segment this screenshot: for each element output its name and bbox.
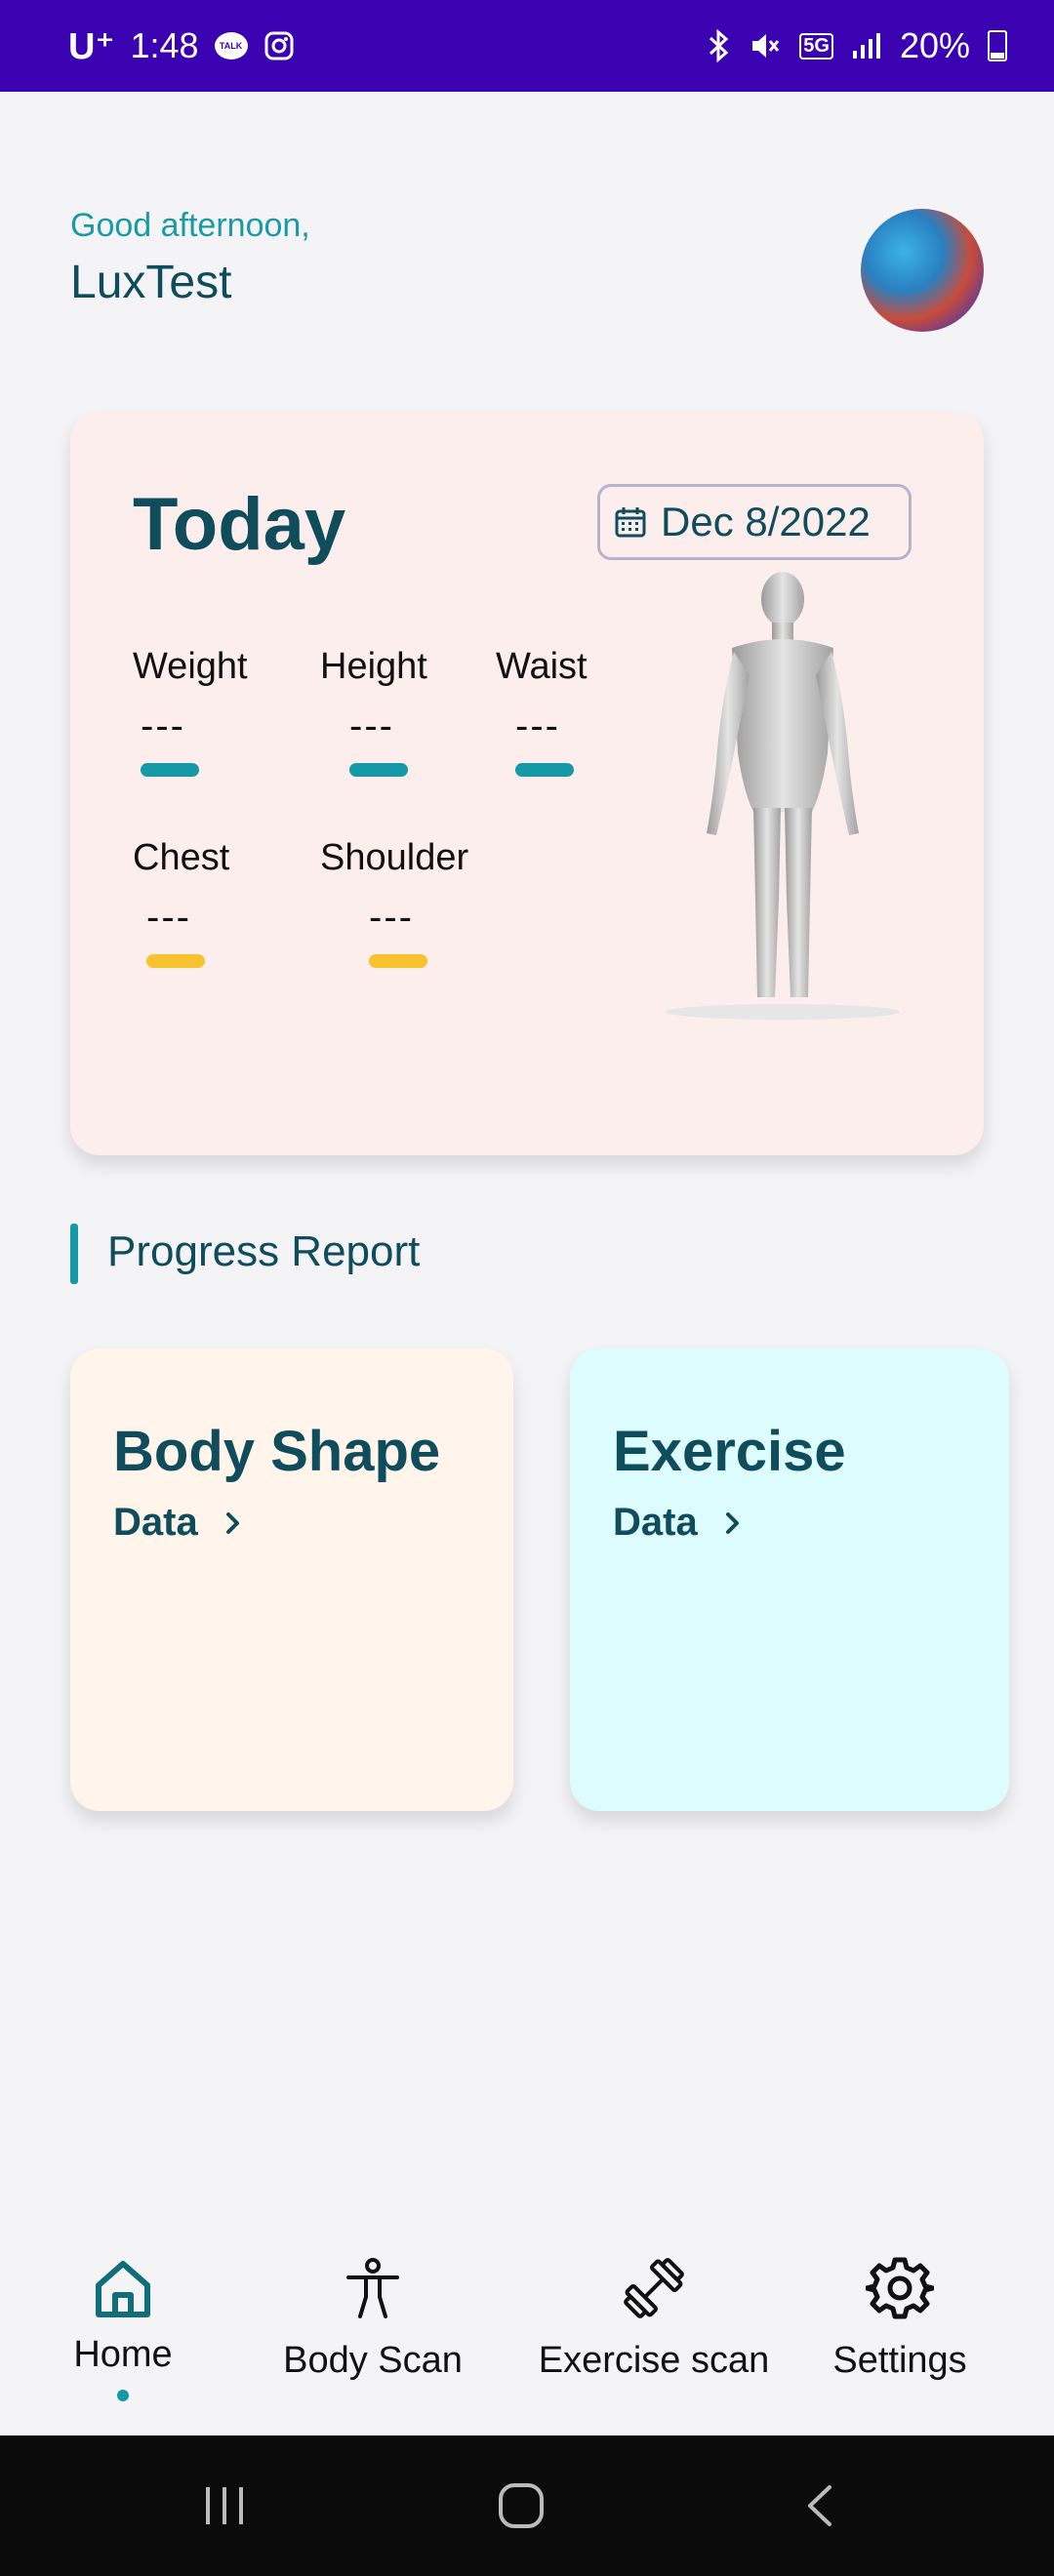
waist-value: --- — [515, 704, 560, 747]
nav-home[interactable]: Home — [39, 2215, 207, 2435]
home-icon — [96, 2261, 150, 2317]
body-model-image — [666, 572, 900, 1020]
carrier-label: U⁺ — [68, 25, 115, 67]
weight-label: Weight — [133, 646, 248, 687]
waist-label: Waist — [496, 646, 588, 687]
today-title: Today — [133, 483, 346, 566]
exercise-card[interactable]: Exercise Data — [570, 1348, 1009, 1811]
height-value: --- — [349, 704, 394, 747]
nav-body-scan[interactable]: Body Scan — [265, 2215, 480, 2435]
shoulder-indicator — [369, 954, 427, 968]
chest-label: Chest — [133, 837, 230, 878]
body-shape-data-label: Data — [113, 1501, 198, 1544]
shoulder-value: --- — [369, 896, 414, 939]
status-bar: U⁺ 1:48 TALK 5G 20% — [0, 0, 1054, 92]
gear-icon — [866, 2257, 934, 2319]
nav-home-label: Home — [73, 2334, 173, 2375]
greeting-text: Good afternoon, — [70, 207, 310, 244]
exercise-data-label: Data — [613, 1501, 698, 1544]
bottom-nav: Home Body Scan Exercise scan Settings — [0, 2215, 1054, 2435]
date-label: Dec 8/2022 — [661, 499, 871, 544]
nav-settings[interactable]: Settings — [814, 2215, 986, 2435]
height-indicator — [349, 763, 408, 777]
talk-icon: TALK — [214, 32, 248, 60]
progress-report-title: Progress Report — [107, 1228, 421, 1275]
bluetooth-icon — [709, 29, 729, 62]
date-picker-button[interactable]: Dec 8/2022 — [597, 484, 912, 560]
back-button[interactable] — [771, 2435, 869, 2576]
recent-apps-icon — [206, 2487, 243, 2524]
chest-value: --- — [146, 896, 191, 939]
mute-icon — [752, 34, 780, 58]
dumbbell-icon — [624, 2258, 684, 2318]
body-shape-card[interactable]: Body Shape Data — [70, 1348, 513, 1811]
body-scan-icon — [346, 2258, 399, 2318]
status-right: 5G 20% — [706, 0, 1007, 92]
weight-value: --- — [141, 704, 185, 747]
waist-indicator — [515, 763, 574, 777]
back-icon — [808, 2485, 831, 2526]
home-system-button[interactable] — [472, 2435, 570, 2576]
chevron-right-icon — [225, 1511, 239, 1534]
home-system-icon — [499, 2483, 544, 2528]
avatar[interactable] — [861, 209, 984, 332]
system-navigation-bar — [0, 2435, 1054, 2576]
chevron-right-icon — [725, 1511, 739, 1534]
exercise-title: Exercise — [613, 1420, 846, 1483]
battery-icon — [988, 30, 1007, 61]
section-marker — [70, 1224, 78, 1284]
shoulder-label: Shoulder — [320, 837, 469, 878]
chest-indicator — [146, 954, 205, 968]
weight-indicator — [141, 763, 199, 777]
calendar-icon — [615, 507, 646, 538]
clock: 1:48 — [130, 25, 199, 65]
battery-percent: 20% — [899, 25, 970, 65]
status-left: U⁺ 1:48 TALK — [68, 0, 295, 92]
today-card: Today Dec 8/2022 Weight --- Height --- W… — [70, 412, 984, 1155]
exercise-data-link[interactable]: Data — [613, 1501, 743, 1545]
signal-icon — [852, 33, 880, 59]
body-shape-title: Body Shape — [113, 1420, 441, 1483]
instagram-icon — [264, 31, 294, 60]
height-label: Height — [320, 646, 427, 687]
username: LuxTest — [70, 257, 232, 308]
network-type: 5G — [799, 32, 833, 60]
nav-settings-label: Settings — [832, 2340, 967, 2381]
active-indicator — [117, 2390, 129, 2401]
recent-apps-button[interactable] — [176, 2435, 273, 2576]
body-shape-data-link[interactable]: Data — [113, 1501, 243, 1545]
nav-exercise-scan-label: Exercise scan — [538, 2340, 770, 2381]
nav-body-scan-label: Body Scan — [283, 2340, 463, 2381]
nav-exercise-scan[interactable]: Exercise scan — [517, 2215, 790, 2435]
